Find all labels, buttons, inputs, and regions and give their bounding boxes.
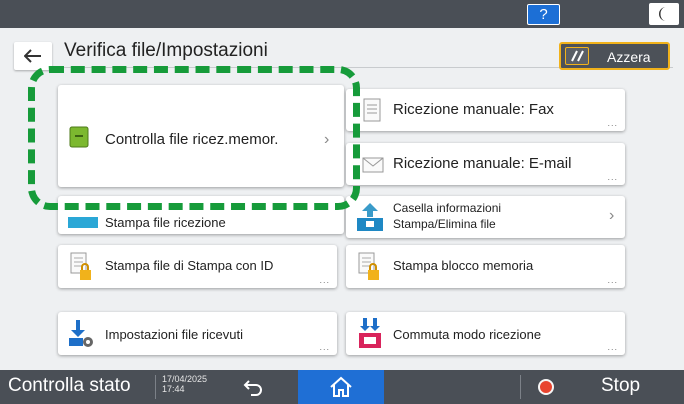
tile-manual-fax[interactable]: Ricezione manuale: Fax ... <box>346 89 625 131</box>
tile-label: Stampa blocco memoria <box>393 258 534 273</box>
tile-print-memory-lock[interactable]: Stampa blocco memoria ... <box>346 245 625 288</box>
tile-label: Ricezione manuale: Fax <box>393 101 554 118</box>
undo-arrow-icon[interactable] <box>243 378 263 396</box>
more-indicator: ... <box>319 342 330 352</box>
divider <box>520 375 521 399</box>
check-status-button[interactable]: Controlla stato <box>8 375 131 397</box>
back-arrow-icon <box>24 49 41 63</box>
download-settings-icon <box>69 320 93 347</box>
locked-document-icon <box>358 252 379 280</box>
tile-manual-email[interactable]: Ricezione manuale: E-mail ... <box>346 143 625 185</box>
tile-label: Impostazioni file ricevuti <box>105 327 243 342</box>
tile-label: Stampa file ricezione <box>105 215 226 230</box>
tile-print-id-files[interactable]: Stampa file di Stampa con ID ... <box>58 245 337 288</box>
fax-document-icon <box>363 98 381 122</box>
page-title: Verifica file/Impostazioni <box>64 40 268 61</box>
more-indicator: ... <box>607 275 618 285</box>
reset-button[interactable]: Azzera <box>559 42 670 70</box>
tile-label: Commuta modo ricezione <box>393 327 542 342</box>
tile-label-line1: Casella informazioni <box>393 201 502 215</box>
reset-label: Azzera <box>607 49 651 65</box>
more-indicator: ... <box>319 275 330 285</box>
highlight-frame <box>28 66 360 210</box>
stop-button[interactable]: Stop <box>601 375 640 397</box>
tile-label: Stampa file di Stampa con ID <box>105 258 274 273</box>
divider <box>155 375 156 399</box>
printer-tray-icon <box>68 217 98 228</box>
top-bar: ? <box>0 0 684 28</box>
eraser-icon <box>565 47 589 65</box>
email-icon <box>362 157 384 173</box>
tile-received-file-settings[interactable]: Impostazioni file ricevuti ... <box>58 312 337 355</box>
more-indicator: ... <box>607 118 618 128</box>
help-button[interactable]: ? <box>527 4 560 25</box>
date-text: 17/04/2025 <box>162 374 208 384</box>
moon-icon <box>659 7 666 21</box>
home-icon <box>330 376 352 397</box>
stop-icon <box>538 379 554 395</box>
tile-switch-reception-mode[interactable]: Commuta modo ricezione ... <box>346 312 625 355</box>
date-time: 17/04/2025 17:44 <box>162 374 207 394</box>
chevron-right-icon: › <box>609 207 615 224</box>
time-text: 17:44 <box>162 384 185 394</box>
home-button[interactable] <box>298 370 384 404</box>
bottom-bar: Controlla stato 17/04/2025 17:44 Stop <box>0 370 684 404</box>
night-mode-button[interactable] <box>649 3 679 25</box>
fax-mode-switch-icon <box>359 318 381 348</box>
tile-information-box[interactable]: Casella informazioni Stampa/Elimina file… <box>346 196 625 238</box>
locked-document-icon <box>70 252 91 280</box>
tile-label: Ricezione manuale: E-mail <box>393 155 572 172</box>
more-indicator: ... <box>607 172 618 182</box>
tile-label-line2: Stampa/Elimina file <box>393 217 496 231</box>
info-box-icon <box>357 203 383 231</box>
more-indicator: ... <box>607 342 618 352</box>
